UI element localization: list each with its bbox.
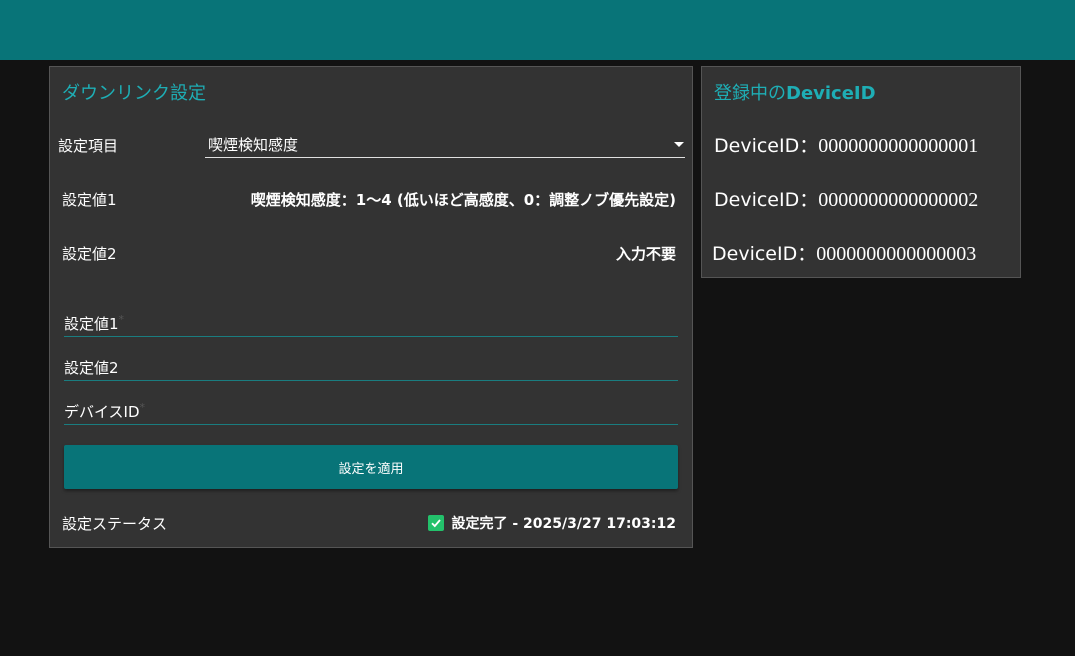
device-id-input[interactable]: デバイスID* bbox=[64, 399, 678, 425]
setting-item-selected-value: 喫煙検知感度 bbox=[208, 136, 299, 154]
value1-input[interactable]: 設定値1* bbox=[64, 311, 678, 337]
status-value: 設定完了 - 2025/3/27 17:03:12 bbox=[451, 516, 677, 532]
downlink-settings-title: ダウンリンク設定 bbox=[62, 83, 206, 104]
device-id-item: DeviceID：0000000000000003 bbox=[712, 243, 977, 265]
apply-settings-button[interactable]: 設定を適用 bbox=[64, 445, 678, 489]
device-id-item: DeviceID：0000000000000002 bbox=[714, 189, 979, 211]
value1-label: 設定値1 bbox=[62, 191, 117, 209]
check-icon bbox=[427, 515, 444, 531]
device-id-input-label: デバイスID* bbox=[64, 401, 146, 421]
value1-input-label: 設定値1* bbox=[64, 313, 125, 333]
setting-item-select[interactable]: 喫煙検知感度 bbox=[205, 131, 685, 158]
required-marker: * bbox=[118, 313, 125, 326]
dropdown-caret-icon bbox=[674, 142, 684, 147]
device-id-item: DeviceID：0000000000000001 bbox=[714, 135, 979, 157]
setting-item-label: 設定項目 bbox=[58, 137, 119, 155]
registered-devices-title: 登録中のDeviceID bbox=[714, 83, 876, 104]
downlink-settings-card: ダウンリンク設定 設定項目 喫煙検知感度 設定値1 喫煙検知感度：1〜4 (低い… bbox=[49, 66, 693, 548]
value2-label: 設定値2 bbox=[62, 245, 117, 263]
value2-input-label: 設定値2 bbox=[64, 359, 119, 377]
app-header-bar bbox=[0, 0, 1075, 60]
required-marker: * bbox=[139, 401, 146, 414]
value2-description: 入力不要 bbox=[615, 245, 676, 263]
status-label: 設定ステータス bbox=[62, 515, 168, 533]
status-indicator: 設定完了 - 2025/3/27 17:03:12 bbox=[427, 513, 677, 533]
registered-devices-card: 登録中のDeviceID DeviceID：0000000000000001 D… bbox=[701, 66, 1021, 278]
value1-description: 喫煙検知感度：1〜4 (低いほど高感度、0：調整ノブ優先設定) bbox=[250, 191, 676, 209]
value2-input[interactable]: 設定値2 bbox=[64, 355, 678, 381]
